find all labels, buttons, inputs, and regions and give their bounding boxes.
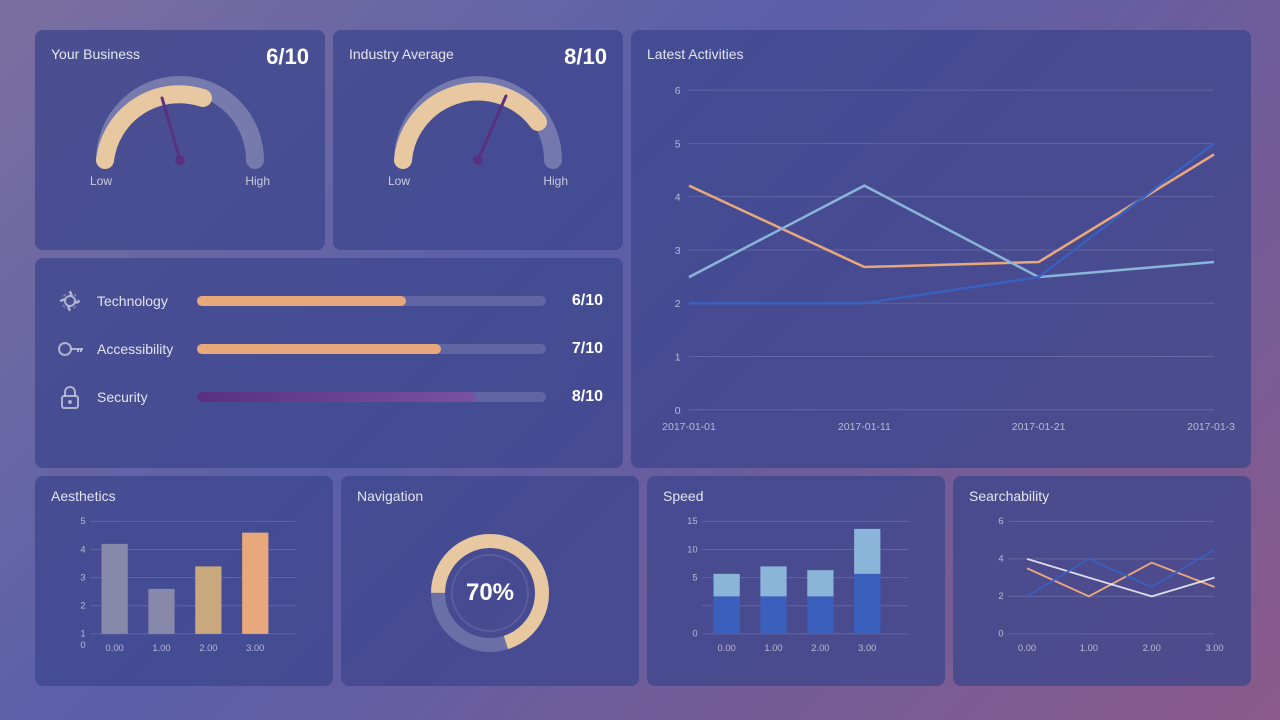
speed-bar-top-0 (714, 574, 740, 597)
navigation-panel: Navigation 70% (341, 476, 639, 686)
industry-average-gauge-labels: Low High (388, 174, 568, 188)
svg-text:1.00: 1.00 (1080, 643, 1098, 653)
gauge-svg-industry (388, 70, 568, 170)
svg-text:2017-01-31: 2017-01-31 (1187, 422, 1235, 433)
svg-text:0: 0 (998, 629, 1003, 639)
your-business-score: 6/10 (266, 44, 309, 70)
aesthetics-panel: Aesthetics 5 4 3 2 1 0 (35, 476, 333, 686)
speed-bar-bottom-3 (854, 574, 880, 634)
svg-text:5: 5 (692, 572, 697, 582)
svg-text:2017-01-21: 2017-01-21 (1012, 422, 1066, 433)
svg-text:2.00: 2.00 (1143, 643, 1161, 653)
security-fill (197, 392, 476, 402)
svg-text:3.00: 3.00 (858, 643, 876, 653)
gauge-high-label: High (245, 174, 270, 188)
accessibility-score: 7/10 (558, 340, 603, 358)
searchability-panel: Searchability 6 4 2 0 (953, 476, 1251, 686)
svg-text:1.00: 1.00 (152, 643, 170, 653)
aesthetics-chart: 5 4 3 2 1 0 0.00 1.00 2.00 3.00 (51, 512, 317, 662)
svg-text:6: 6 (998, 516, 1003, 526)
accessibility-fill (197, 344, 441, 354)
svg-text:2.00: 2.00 (199, 643, 217, 653)
gauge-svg-business (90, 70, 270, 170)
navigation-percent: 70% (466, 579, 514, 607)
svg-text:0: 0 (692, 629, 697, 639)
industry-average-panel: Industry Average 8/10 Low High (333, 30, 623, 250)
key-icon (55, 334, 85, 364)
lock-icon (55, 382, 85, 412)
latest-activities-panel: Latest Activities 6 5 4 3 2 1 0 2017-01-… (631, 30, 1251, 468)
speed-bar-bottom-0 (714, 596, 740, 634)
speed-bar-bottom-2 (807, 596, 833, 634)
technology-track (197, 296, 546, 306)
aesthetics-bar-0 (102, 544, 128, 634)
svg-text:0: 0 (675, 406, 681, 417)
speed-bar-top-2 (807, 570, 833, 596)
searchability-title: Searchability (969, 488, 1235, 504)
speed-bar-bottom-1 (760, 596, 786, 634)
searchability-chart: 6 4 2 0 0.00 1.00 2.00 3.00 (969, 512, 1235, 662)
svg-text:0.00: 0.00 (718, 643, 736, 653)
svg-text:1: 1 (675, 353, 681, 364)
aesthetics-bar-1 (148, 589, 174, 634)
industry-average-score: 8/10 (564, 44, 607, 70)
gear-icon (55, 286, 85, 316)
svg-text:2: 2 (80, 601, 85, 611)
speed-chart: 15 10 5 0 0.00 1 (663, 512, 929, 662)
svg-text:10: 10 (687, 544, 697, 554)
svg-text:15: 15 (687, 516, 697, 526)
svg-text:2: 2 (998, 591, 1003, 601)
svg-text:2017-01-01: 2017-01-01 (662, 422, 716, 433)
svg-text:1.00: 1.00 (764, 643, 782, 653)
svg-text:2: 2 (675, 299, 681, 310)
security-track (197, 392, 546, 402)
technology-score: 6/10 (558, 292, 603, 310)
svg-text:0.00: 0.00 (106, 643, 124, 653)
svg-text:1: 1 (80, 629, 85, 639)
navigation-title: Navigation (357, 488, 623, 504)
speed-bar-top-3 (854, 529, 880, 574)
aesthetics-bar-3 (242, 533, 268, 634)
technology-fill (197, 296, 406, 306)
svg-text:5: 5 (80, 516, 85, 526)
aesthetics-title: Aesthetics (51, 488, 317, 504)
svg-text:6: 6 (675, 86, 681, 97)
svg-text:2.00: 2.00 (811, 643, 829, 653)
svg-text:4: 4 (80, 544, 85, 554)
speed-bar-top-1 (760, 566, 786, 596)
industry-low-label: Low (388, 174, 410, 188)
security-score: 8/10 (558, 388, 603, 406)
technology-bar-item: Technology 6/10 (55, 286, 603, 316)
latest-activities-title: Latest Activities (647, 46, 1235, 62)
your-business-gauge-labels: Low High (90, 174, 270, 188)
svg-text:3: 3 (80, 572, 85, 582)
latest-activities-chart: 6 5 4 3 2 1 0 2017-01-01 2017-01-11 2017… (647, 70, 1235, 452)
security-bar-item: Security 8/10 (55, 382, 603, 412)
industry-average-gauge: Low High (349, 70, 607, 188)
industry-high-label: High (543, 174, 568, 188)
svg-text:0.00: 0.00 (1018, 643, 1036, 653)
your-business-gauge: Low High (51, 70, 309, 188)
accessibility-label: Accessibility (97, 341, 197, 357)
gauge-low-label: Low (90, 174, 112, 188)
accessibility-track (197, 344, 546, 354)
svg-text:5: 5 (675, 140, 681, 151)
speed-panel: Speed 15 10 5 0 (647, 476, 945, 686)
svg-text:3.00: 3.00 (1205, 643, 1223, 653)
svg-text:2017-01-11: 2017-01-11 (838, 422, 891, 433)
speed-title: Speed (663, 488, 929, 504)
security-label: Security (97, 389, 197, 405)
technology-label: Technology (97, 293, 197, 309)
your-business-panel: Your Business 6/10 Low High (35, 30, 325, 250)
svg-text:4: 4 (998, 554, 1003, 564)
svg-text:3: 3 (675, 246, 681, 257)
metrics-panel: Technology 6/10 Accessibility 7/10 (35, 258, 623, 468)
svg-text:3.00: 3.00 (246, 643, 264, 653)
accessibility-bar-item: Accessibility 7/10 (55, 334, 603, 364)
svg-text:0: 0 (80, 640, 85, 650)
aesthetics-bar-2 (195, 566, 221, 634)
svg-text:4: 4 (675, 193, 681, 204)
